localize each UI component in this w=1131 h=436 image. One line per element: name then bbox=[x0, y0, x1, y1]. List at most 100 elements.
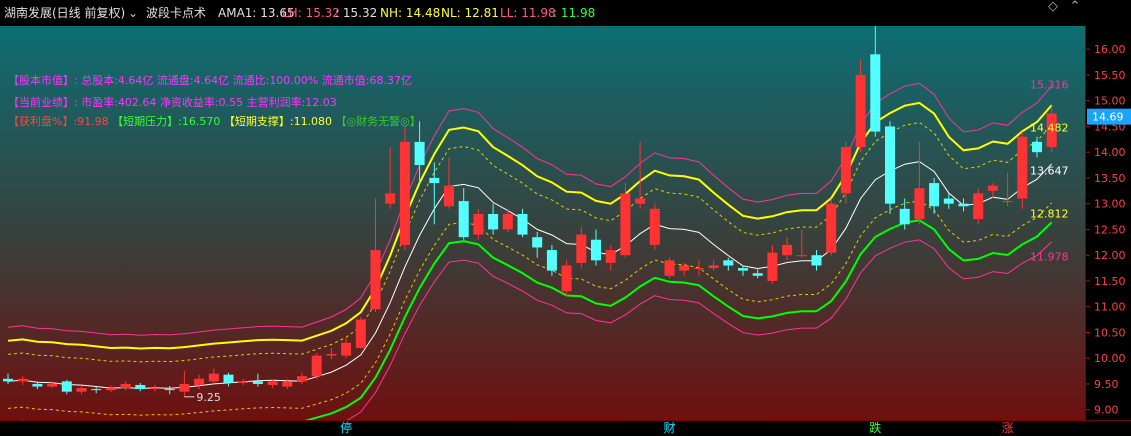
profit-label: 【获利盘%】 bbox=[8, 115, 74, 128]
candle-body bbox=[252, 381, 263, 384]
axis-tick-label: 9.50 bbox=[1094, 378, 1119, 391]
candle-body bbox=[885, 126, 895, 204]
candle-body bbox=[297, 376, 307, 382]
indicator-dropdown-icon[interactable]: ⌄ bbox=[128, 0, 138, 26]
event-marker[interactable]: 涨 bbox=[1002, 421, 1014, 436]
candle-body bbox=[238, 381, 249, 383]
candle-body bbox=[17, 378, 28, 382]
info-performance-text: 市盈率:402.64 净资收益率:0.55 主营利润率:12.03 bbox=[81, 96, 337, 109]
candle-body bbox=[973, 193, 984, 220]
price-axis-svg: 9.00 9.50 10.00 10.50 11.00 11.50 12.00 12.50 13… bbox=[1086, 43, 1131, 417]
candle-body bbox=[1032, 141, 1042, 153]
no-warning-label: 【◎财务无警◎】 bbox=[335, 115, 421, 128]
pressure-label: 【短期压力】 bbox=[112, 115, 179, 128]
candle-body bbox=[105, 388, 116, 391]
candle-body bbox=[840, 147, 851, 194]
band-upper-inner bbox=[7, 121, 1053, 363]
profit-value: :91.98 bbox=[73, 115, 109, 128]
candle-body bbox=[576, 234, 587, 263]
candle-body bbox=[708, 265, 719, 269]
candle-body bbox=[385, 193, 396, 204]
info-line-performance: 【当前业绩】: 市盈率:402.64 净资收益率:0.55 主营利润率:12.0… bbox=[8, 94, 337, 110]
candle-body bbox=[782, 244, 793, 256]
diamond-icon[interactable]: ◇ bbox=[1046, 0, 1060, 14]
candle-body bbox=[32, 383, 43, 387]
candle-body bbox=[164, 389, 175, 391]
event-marker[interactable]: 财 bbox=[664, 421, 676, 436]
support-value: :11.080 bbox=[289, 115, 333, 128]
nh-value: NH: 14.48 bbox=[380, 6, 441, 20]
candle-body bbox=[738, 268, 748, 271]
candle-body bbox=[620, 193, 631, 256]
candle-body bbox=[179, 383, 190, 392]
right-level-label: 11.978 bbox=[1030, 250, 1069, 263]
chart-window: 湖南发展(日线 前复权) ⌄ 波段卡点术 AMA1: 13.65 LH: 15.… bbox=[0, 0, 1131, 436]
candle-body bbox=[282, 381, 293, 387]
candle-body bbox=[458, 201, 469, 238]
support-label: 【短期支撑】 bbox=[223, 115, 290, 128]
axis-tick-label: 14.00 bbox=[1094, 146, 1126, 159]
candle-body bbox=[929, 183, 940, 207]
candle-body bbox=[473, 213, 484, 235]
candle-body bbox=[488, 213, 499, 230]
candle-body bbox=[429, 177, 440, 184]
candle-body bbox=[61, 381, 72, 392]
candle-body bbox=[561, 265, 572, 292]
price-axis: 9.00 9.50 10.00 10.50 11.00 11.50 12.00 12.50 13… bbox=[1085, 26, 1131, 420]
candle-body bbox=[150, 388, 160, 390]
candle-body bbox=[208, 373, 219, 382]
candle-body bbox=[223, 374, 234, 383]
candle-body bbox=[517, 213, 528, 235]
axis-tick-label: 10.50 bbox=[1094, 326, 1126, 339]
collapse-icon[interactable]: ⌃ bbox=[1068, 0, 1082, 14]
candle-body bbox=[194, 378, 205, 385]
nl-value: NL: 12.81 bbox=[441, 6, 499, 20]
indicator-name[interactable]: 波段卡点术 bbox=[146, 0, 206, 26]
right-level-label: 13.647 bbox=[1030, 164, 1069, 177]
axis-tick-label: 15.00 bbox=[1094, 95, 1126, 108]
band-middle bbox=[7, 161, 1053, 390]
info-capital-text: 总股本:4.64亿 流通盘:4.64亿 流通比:100.00% 流通市值:68.… bbox=[81, 74, 412, 87]
candle-body bbox=[546, 250, 557, 271]
candle-body bbox=[76, 388, 87, 392]
info-line-capital: 【股本市值】: 总股本:4.64亿 流通盘:4.64亿 流通比:100.00% … bbox=[8, 72, 412, 88]
axis-tick-label: 10.00 bbox=[1094, 352, 1126, 365]
low-annotation-label: 9.25 bbox=[196, 391, 221, 404]
candle-body bbox=[532, 237, 543, 248]
candle-body bbox=[870, 54, 881, 132]
candle-body bbox=[752, 273, 763, 276]
axis-tick-label: 16.00 bbox=[1094, 43, 1126, 56]
high-annotation-label: 16.57 bbox=[889, 26, 921, 27]
stock-name[interactable]: 湖南发展(日线 前复权) bbox=[4, 0, 125, 26]
candle-body bbox=[135, 384, 146, 390]
candle-body bbox=[693, 268, 704, 270]
axis-tick-label: 13.00 bbox=[1094, 198, 1126, 211]
lh-value: LH: 15.32 bbox=[282, 6, 340, 20]
info-line-levels: 【获利盘%】:91.98 【短期压力】:16.570 【短期支撑】:11.080… bbox=[8, 113, 421, 129]
axis-tick-label: 15.50 bbox=[1094, 69, 1126, 82]
axis-tick-label: 12.00 bbox=[1094, 249, 1126, 262]
right-level-label: 15.316 bbox=[1030, 78, 1069, 91]
candle-body bbox=[120, 383, 131, 389]
band-upper-outer bbox=[7, 101, 1053, 350]
info-performance-tag: 【当前业绩】: bbox=[8, 96, 78, 109]
event-marker[interactable]: 跌 bbox=[869, 421, 881, 436]
event-marker[interactable]: 停 bbox=[340, 421, 352, 436]
candle-body bbox=[958, 203, 969, 207]
axis-tick-label: 13.50 bbox=[1094, 172, 1126, 185]
candle-body bbox=[943, 198, 954, 204]
candle-body bbox=[91, 389, 102, 391]
candle-body bbox=[355, 319, 366, 348]
candle-body bbox=[723, 260, 734, 266]
axis-tick-label: 11.00 bbox=[1094, 301, 1126, 314]
current-price-label: 14.69 bbox=[1092, 111, 1124, 124]
candle-body bbox=[311, 355, 322, 377]
candle-body bbox=[767, 252, 778, 281]
candle-body bbox=[341, 342, 352, 356]
pressure-value: :16.570 bbox=[178, 115, 221, 128]
right-level-label: 14.482 bbox=[1030, 121, 1069, 134]
candle-body bbox=[267, 381, 278, 385]
band-lower-inner bbox=[7, 200, 1053, 416]
right-level-label: 12.812 bbox=[1030, 207, 1069, 220]
band-lower-channel bbox=[7, 239, 1053, 436]
